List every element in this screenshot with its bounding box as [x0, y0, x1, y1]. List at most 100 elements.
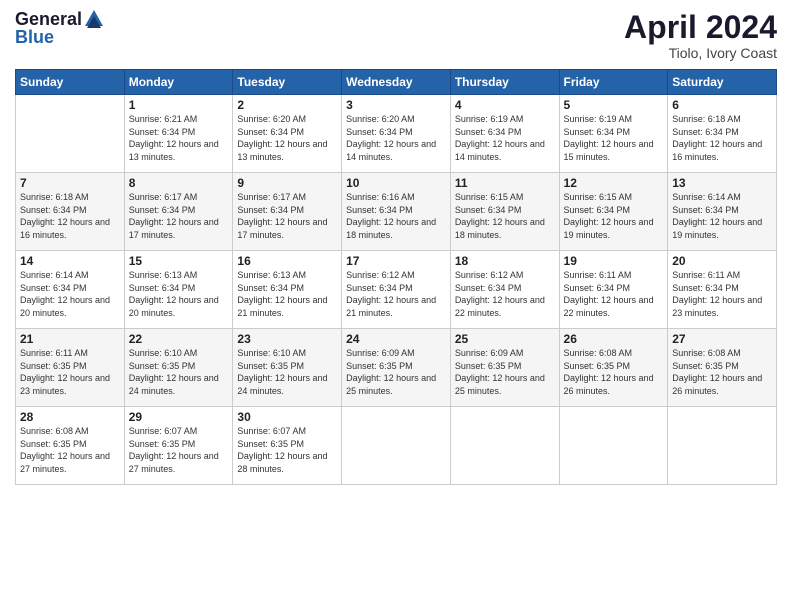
calendar-cell: [559, 407, 668, 485]
day-info: Sunrise: 6:17 AMSunset: 6:34 PMDaylight:…: [237, 191, 337, 241]
calendar-cell: 11Sunrise: 6:15 AMSunset: 6:34 PMDayligh…: [450, 173, 559, 251]
header-tuesday: Tuesday: [233, 70, 342, 95]
day-number: 27: [672, 332, 772, 346]
day-info: Sunrise: 6:17 AMSunset: 6:34 PMDaylight:…: [129, 191, 229, 241]
calendar-cell: 19Sunrise: 6:11 AMSunset: 6:34 PMDayligh…: [559, 251, 668, 329]
day-info: Sunrise: 6:20 AMSunset: 6:34 PMDaylight:…: [346, 113, 446, 163]
calendar-cell: 7Sunrise: 6:18 AMSunset: 6:34 PMDaylight…: [16, 173, 125, 251]
calendar-cell: 26Sunrise: 6:08 AMSunset: 6:35 PMDayligh…: [559, 329, 668, 407]
logo-text-blue: Blue: [15, 28, 105, 48]
calendar-cell: 27Sunrise: 6:08 AMSunset: 6:35 PMDayligh…: [668, 329, 777, 407]
day-info: Sunrise: 6:07 AMSunset: 6:35 PMDaylight:…: [237, 425, 337, 475]
calendar-cell: 18Sunrise: 6:12 AMSunset: 6:34 PMDayligh…: [450, 251, 559, 329]
day-number: 20: [672, 254, 772, 268]
day-number: 30: [237, 410, 337, 424]
day-number: 15: [129, 254, 229, 268]
day-info: Sunrise: 6:19 AMSunset: 6:34 PMDaylight:…: [455, 113, 555, 163]
day-number: 13: [672, 176, 772, 190]
logo-icon: [83, 8, 105, 30]
day-info: Sunrise: 6:13 AMSunset: 6:34 PMDaylight:…: [129, 269, 229, 319]
day-info: Sunrise: 6:08 AMSunset: 6:35 PMDaylight:…: [564, 347, 664, 397]
day-number: 29: [129, 410, 229, 424]
calendar-cell: 15Sunrise: 6:13 AMSunset: 6:34 PMDayligh…: [124, 251, 233, 329]
calendar-cell: 22Sunrise: 6:10 AMSunset: 6:35 PMDayligh…: [124, 329, 233, 407]
day-number: 14: [20, 254, 120, 268]
day-number: 1: [129, 98, 229, 112]
calendar-table: Sunday Monday Tuesday Wednesday Thursday…: [15, 69, 777, 485]
day-info: Sunrise: 6:18 AMSunset: 6:34 PMDaylight:…: [672, 113, 772, 163]
day-number: 10: [346, 176, 446, 190]
header-saturday: Saturday: [668, 70, 777, 95]
day-number: 18: [455, 254, 555, 268]
page: General Blue April 2024 Tiolo, Ivory Coa…: [0, 0, 792, 612]
calendar-week-2: 14Sunrise: 6:14 AMSunset: 6:34 PMDayligh…: [16, 251, 777, 329]
calendar-cell: 28Sunrise: 6:08 AMSunset: 6:35 PMDayligh…: [16, 407, 125, 485]
calendar-cell: 6Sunrise: 6:18 AMSunset: 6:34 PMDaylight…: [668, 95, 777, 173]
calendar-cell: 5Sunrise: 6:19 AMSunset: 6:34 PMDaylight…: [559, 95, 668, 173]
calendar-cell: [342, 407, 451, 485]
day-number: 25: [455, 332, 555, 346]
day-number: 16: [237, 254, 337, 268]
day-info: Sunrise: 6:08 AMSunset: 6:35 PMDaylight:…: [20, 425, 120, 475]
calendar-week-3: 21Sunrise: 6:11 AMSunset: 6:35 PMDayligh…: [16, 329, 777, 407]
calendar-cell: 10Sunrise: 6:16 AMSunset: 6:34 PMDayligh…: [342, 173, 451, 251]
day-info: Sunrise: 6:11 AMSunset: 6:34 PMDaylight:…: [672, 269, 772, 319]
day-info: Sunrise: 6:11 AMSunset: 6:35 PMDaylight:…: [20, 347, 120, 397]
day-number: 21: [20, 332, 120, 346]
calendar-cell: 4Sunrise: 6:19 AMSunset: 6:34 PMDaylight…: [450, 95, 559, 173]
day-number: 5: [564, 98, 664, 112]
day-info: Sunrise: 6:15 AMSunset: 6:34 PMDaylight:…: [455, 191, 555, 241]
day-info: Sunrise: 6:12 AMSunset: 6:34 PMDaylight:…: [346, 269, 446, 319]
day-info: Sunrise: 6:08 AMSunset: 6:35 PMDaylight:…: [672, 347, 772, 397]
day-info: Sunrise: 6:07 AMSunset: 6:35 PMDaylight:…: [129, 425, 229, 475]
day-info: Sunrise: 6:10 AMSunset: 6:35 PMDaylight:…: [237, 347, 337, 397]
day-number: 22: [129, 332, 229, 346]
header-wednesday: Wednesday: [342, 70, 451, 95]
header: General Blue April 2024 Tiolo, Ivory Coa…: [15, 10, 777, 61]
calendar-cell: 2Sunrise: 6:20 AMSunset: 6:34 PMDaylight…: [233, 95, 342, 173]
calendar-cell: 3Sunrise: 6:20 AMSunset: 6:34 PMDaylight…: [342, 95, 451, 173]
day-info: Sunrise: 6:20 AMSunset: 6:34 PMDaylight:…: [237, 113, 337, 163]
day-info: Sunrise: 6:09 AMSunset: 6:35 PMDaylight:…: [346, 347, 446, 397]
day-number: 23: [237, 332, 337, 346]
calendar-cell: 20Sunrise: 6:11 AMSunset: 6:34 PMDayligh…: [668, 251, 777, 329]
calendar-cell: [668, 407, 777, 485]
day-number: 8: [129, 176, 229, 190]
calendar-cell: 9Sunrise: 6:17 AMSunset: 6:34 PMDaylight…: [233, 173, 342, 251]
header-friday: Friday: [559, 70, 668, 95]
day-info: Sunrise: 6:13 AMSunset: 6:34 PMDaylight:…: [237, 269, 337, 319]
day-info: Sunrise: 6:16 AMSunset: 6:34 PMDaylight:…: [346, 191, 446, 241]
calendar-cell: 25Sunrise: 6:09 AMSunset: 6:35 PMDayligh…: [450, 329, 559, 407]
calendar-cell: [16, 95, 125, 173]
title-block: April 2024 Tiolo, Ivory Coast: [624, 10, 777, 61]
calendar-cell: 21Sunrise: 6:11 AMSunset: 6:35 PMDayligh…: [16, 329, 125, 407]
day-number: 26: [564, 332, 664, 346]
calendar-cell: 16Sunrise: 6:13 AMSunset: 6:34 PMDayligh…: [233, 251, 342, 329]
header-monday: Monday: [124, 70, 233, 95]
header-thursday: Thursday: [450, 70, 559, 95]
calendar-cell: 14Sunrise: 6:14 AMSunset: 6:34 PMDayligh…: [16, 251, 125, 329]
calendar-cell: 24Sunrise: 6:09 AMSunset: 6:35 PMDayligh…: [342, 329, 451, 407]
day-info: Sunrise: 6:15 AMSunset: 6:34 PMDaylight:…: [564, 191, 664, 241]
day-number: 4: [455, 98, 555, 112]
calendar-week-4: 28Sunrise: 6:08 AMSunset: 6:35 PMDayligh…: [16, 407, 777, 485]
day-number: 2: [237, 98, 337, 112]
main-title: April 2024: [624, 10, 777, 45]
day-number: 3: [346, 98, 446, 112]
day-info: Sunrise: 6:14 AMSunset: 6:34 PMDaylight:…: [20, 269, 120, 319]
day-info: Sunrise: 6:21 AMSunset: 6:34 PMDaylight:…: [129, 113, 229, 163]
calendar-cell: 23Sunrise: 6:10 AMSunset: 6:35 PMDayligh…: [233, 329, 342, 407]
day-info: Sunrise: 6:10 AMSunset: 6:35 PMDaylight:…: [129, 347, 229, 397]
day-number: 6: [672, 98, 772, 112]
calendar-cell: 8Sunrise: 6:17 AMSunset: 6:34 PMDaylight…: [124, 173, 233, 251]
calendar-cell: 30Sunrise: 6:07 AMSunset: 6:35 PMDayligh…: [233, 407, 342, 485]
day-number: 9: [237, 176, 337, 190]
day-number: 11: [455, 176, 555, 190]
day-info: Sunrise: 6:09 AMSunset: 6:35 PMDaylight:…: [455, 347, 555, 397]
day-info: Sunrise: 6:11 AMSunset: 6:34 PMDaylight:…: [564, 269, 664, 319]
day-number: 12: [564, 176, 664, 190]
calendar-cell: 17Sunrise: 6:12 AMSunset: 6:34 PMDayligh…: [342, 251, 451, 329]
logo: General Blue: [15, 10, 105, 48]
header-sunday: Sunday: [16, 70, 125, 95]
day-info: Sunrise: 6:18 AMSunset: 6:34 PMDaylight:…: [20, 191, 120, 241]
